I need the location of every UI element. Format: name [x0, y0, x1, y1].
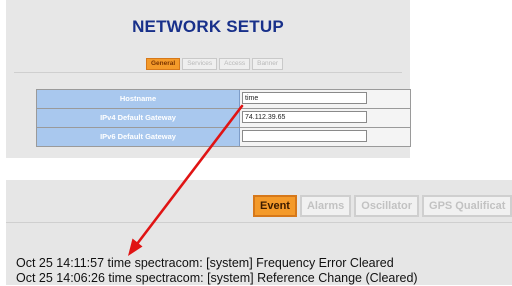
ipv4-gateway-cell: 74.112.39.65	[240, 109, 410, 127]
form-row-hostname: Hostname time	[37, 90, 410, 109]
tab-alarms[interactable]: Alarms	[299, 195, 352, 217]
tab-general[interactable]: General	[146, 58, 181, 70]
event-log-panel: Event Alarms Oscillator GPS Qualificat O…	[6, 180, 512, 285]
tab-access[interactable]: Access	[219, 58, 251, 70]
network-tabs: General Services Access Banner	[146, 58, 284, 70]
tab-banner[interactable]: Banner	[252, 58, 284, 70]
network-setup-panel: NETWORK SETUP General Services Access Ba…	[6, 0, 411, 158]
hostname-cell: time	[240, 90, 410, 108]
form-row-ipv4-gateway: IPv4 Default Gateway 74.112.39.65	[37, 109, 410, 128]
ipv6-gateway-field[interactable]	[242, 130, 367, 142]
event-log-text: Oct 25 14:11:57 time spectracom: [system…	[16, 256, 418, 286]
tab-event[interactable]: Event	[253, 195, 297, 217]
tab-services[interactable]: Services	[182, 58, 218, 70]
log-line: Oct 25 14:11:57 time spectracom: [system…	[16, 256, 394, 270]
hostname-field[interactable]: time	[242, 92, 367, 104]
form-row-ipv6-gateway: IPv6 Default Gateway	[37, 128, 410, 146]
gateway-form: Hostname time IPv4 Default Gateway 74.11…	[36, 89, 411, 147]
page-title: NETWORK SETUP	[132, 17, 284, 36]
tab-divider	[14, 72, 402, 73]
log-tabs: Event Alarms Oscillator GPS Qualificat	[253, 195, 512, 217]
tab-gps-qualification[interactable]: GPS Qualificat	[422, 195, 512, 217]
ipv4-gateway-field[interactable]: 74.112.39.65	[242, 111, 367, 123]
ipv6-gateway-label: IPv6 Default Gateway	[37, 128, 240, 146]
tab-oscillator[interactable]: Oscillator	[354, 195, 420, 217]
hostname-label: Hostname	[37, 90, 240, 108]
ipv4-gateway-label: IPv4 Default Gateway	[37, 109, 240, 127]
log-tab-divider	[6, 222, 512, 223]
ipv6-gateway-cell	[240, 128, 410, 146]
log-line: Oct 25 14:06:26 time spectracom: [system…	[16, 271, 418, 285]
